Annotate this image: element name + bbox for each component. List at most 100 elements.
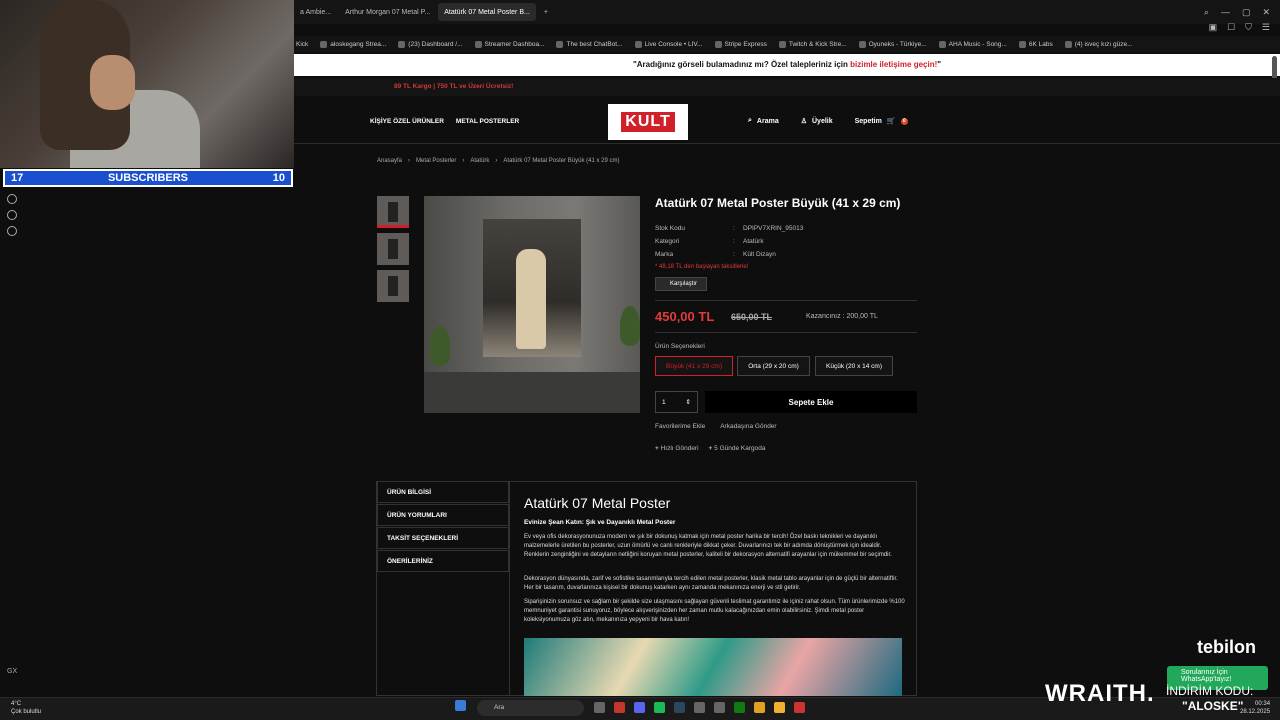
minimize-icon[interactable]: —: [1221, 7, 1230, 18]
bookmark-icon[interactable]: ☐: [1227, 22, 1235, 33]
nav-search-label: Arama: [756, 117, 779, 125]
logo-text: KULT: [621, 112, 675, 132]
search-icon[interactable]: ⌕: [1204, 7, 1209, 18]
contact-link[interactable]: bizimle iletişime geçin!: [850, 60, 937, 69]
option-medium[interactable]: Orta (29 x 20 cm): [737, 356, 810, 376]
option-large[interactable]: Büyük (41 x 29 cm): [655, 356, 733, 376]
quantity-stepper[interactable]: 1 ⇕: [655, 391, 698, 413]
nav-account[interactable]: ♙ Üyelik: [800, 117, 833, 126]
thumbnail-list: [377, 196, 409, 307]
thumbnail-2[interactable]: [377, 233, 409, 265]
bookmark-item[interactable]: (4) isveç kızı güze...: [1064, 40, 1133, 48]
bookmark-label: Twitch & Kick Stre...: [788, 40, 847, 48]
subs-left-count: 17: [11, 172, 24, 184]
cart-count-badge: 0: [900, 117, 908, 125]
chrome-icon[interactable]: [754, 702, 765, 713]
thumbnail-1[interactable]: [377, 196, 409, 228]
user-icon: ♙: [800, 118, 807, 125]
xbox-icon[interactable]: [734, 702, 745, 713]
windows-start-icon[interactable]: [455, 700, 466, 711]
installment-link[interactable]: * 48,18 TL den başlayan taksitlerle!: [655, 264, 748, 270]
bookmark-label: AHA Music - Song...: [948, 40, 1007, 48]
discord-icon[interactable]: [634, 702, 645, 713]
bookmark-item[interactable]: aloskegang Strea...: [320, 40, 387, 48]
bookmark-item[interactable]: Oyuneks - Türkiye...: [858, 40, 927, 48]
nav-metal-posters[interactable]: METAL POSTERLER: [456, 118, 519, 125]
thumbnail-3[interactable]: [377, 270, 409, 302]
bookmark-item[interactable]: Twitch & Kick Stre...: [778, 40, 847, 48]
nav-search[interactable]: ⌕ Arama: [748, 117, 779, 125]
taskbar-pinned: [594, 702, 805, 713]
subs-right-count: 10: [272, 172, 285, 184]
bookmark-item[interactable]: The best ChatBot...: [556, 40, 623, 48]
whatsapp-label: Sorularınız İçin WhatsApp'tayız!: [1181, 669, 1232, 683]
fast-delivery-label: Hızlı Gönderi: [660, 445, 699, 452]
tab-reviews[interactable]: ÜRÜN YORUMLARI: [377, 504, 509, 526]
bookmark-item[interactable]: Stripe Express: [714, 40, 767, 48]
saving-text: Kazancınız : 200,00 TL: [806, 313, 878, 320]
nav-cart[interactable]: Sepetim 🛒 0: [855, 117, 908, 125]
spotify-icon[interactable]: [654, 702, 665, 713]
description-paragraph: Siparişinizin sorunsuz ve sağlam bir şek…: [524, 599, 905, 623]
close-icon[interactable]: ✕: [1262, 7, 1270, 18]
tab-product-info[interactable]: ÜRÜN BİLGİSİ: [377, 481, 509, 503]
nav-personal-products[interactable]: KİŞİYE ÖZEL ÜRÜNLER: [370, 118, 444, 125]
maximize-icon[interactable]: ▢: [1242, 7, 1251, 18]
taskbar-search[interactable]: Ara: [477, 700, 584, 716]
bookmark-label: Stripe Express: [724, 40, 767, 48]
settings-icon[interactable]: [7, 226, 17, 236]
tab-installments[interactable]: TAKSİT SEÇENEKLERİ: [377, 527, 509, 549]
tab-label: Atatürk 07 Metal Poster B...: [444, 8, 530, 16]
tab-suggestions[interactable]: ÖNERİLERİNİZ: [377, 550, 509, 572]
history-icon[interactable]: [7, 194, 17, 204]
product-title: Atatürk 07 Metal Poster Büyük (41 x 29 c…: [655, 196, 901, 210]
sidebar-icons: [0, 188, 24, 248]
epic-games-icon[interactable]: [694, 702, 705, 713]
opera-gx-icon[interactable]: [614, 702, 625, 713]
product-main-image[interactable]: [424, 196, 640, 413]
fast-delivery: + Hızlı Gönderi: [655, 445, 699, 452]
compare-button[interactable]: Karşılaştır: [655, 277, 707, 291]
option-small[interactable]: Küçük (20 x 14 cm): [815, 356, 893, 376]
site-nav: KİŞİYE ÖZEL ÜRÜNLER METAL POSTERLER KULT…: [294, 100, 1280, 144]
stepper-arrows-icon[interactable]: ⇕: [686, 398, 691, 406]
spec-key: Marka: [655, 251, 674, 258]
delivery-features: + Hızlı Gönderi + 5 Günde Kargoda: [655, 445, 765, 452]
folder-icon[interactable]: [774, 702, 785, 713]
bookmark-item[interactable]: Live Console • LIV...: [634, 40, 703, 48]
menu-icon[interactable]: ☰: [1262, 22, 1270, 33]
steam-icon[interactable]: [674, 702, 685, 713]
add-to-cart-button[interactable]: Sepete Ekle: [705, 391, 917, 413]
bookmark-item[interactable]: (23) Dashboard /...: [398, 40, 463, 48]
obs-icon[interactable]: [794, 702, 805, 713]
weather-widget[interactable]: 4°C Çok bulutlu: [11, 700, 41, 716]
breadcrumb-category[interactable]: Metal Posterler: [416, 158, 456, 164]
spec-value[interactable]: Kült Dizayn: [743, 251, 776, 258]
divider: [655, 332, 917, 333]
bookmark-item[interactable]: 6K Labs: [1018, 40, 1053, 48]
poster-figure: [516, 249, 546, 349]
spec-value[interactable]: Atatürk: [743, 238, 764, 245]
bookmark-item[interactable]: Streamer Dashboa...: [474, 40, 544, 48]
bookmark-item[interactable]: AHA Music - Song...: [938, 40, 1007, 48]
breadcrumb-home[interactable]: Anasayfa: [377, 158, 402, 164]
extension-icon[interactable]: ▣: [1209, 22, 1218, 33]
subs-title: SUBSCRIBERS: [107, 172, 189, 184]
promo-text: "Aradığınız görseli bulamadınız mı? Özel…: [632, 60, 851, 69]
chat-icon[interactable]: [7, 210, 17, 220]
file-explorer-icon[interactable]: [594, 702, 605, 713]
bookmark-item[interactable]: Kick: [296, 41, 308, 48]
send-friend-link[interactable]: Arkadaşına Gönder: [720, 423, 776, 430]
add-favorite-link[interactable]: Favorilerime Ekle: [655, 423, 705, 430]
current-price: 450,00 TL: [655, 309, 715, 324]
site-logo[interactable]: KULT: [608, 104, 688, 140]
bookmark-label: 6K Labs: [1028, 40, 1053, 48]
shield-icon[interactable]: ⛉: [1245, 22, 1252, 33]
breadcrumb-subcategory[interactable]: Atatürk: [470, 158, 489, 164]
bookmark-label: (4) isveç kızı güze...: [1074, 40, 1133, 48]
nav-account-label: Üyelik: [812, 117, 833, 125]
bookmark-label: aloskegang Strea...: [330, 40, 387, 48]
app-icon[interactable]: [714, 702, 725, 713]
clock[interactable]: 00:34 28.12.2025: [1240, 700, 1270, 716]
quantity-value: 1: [662, 398, 666, 406]
